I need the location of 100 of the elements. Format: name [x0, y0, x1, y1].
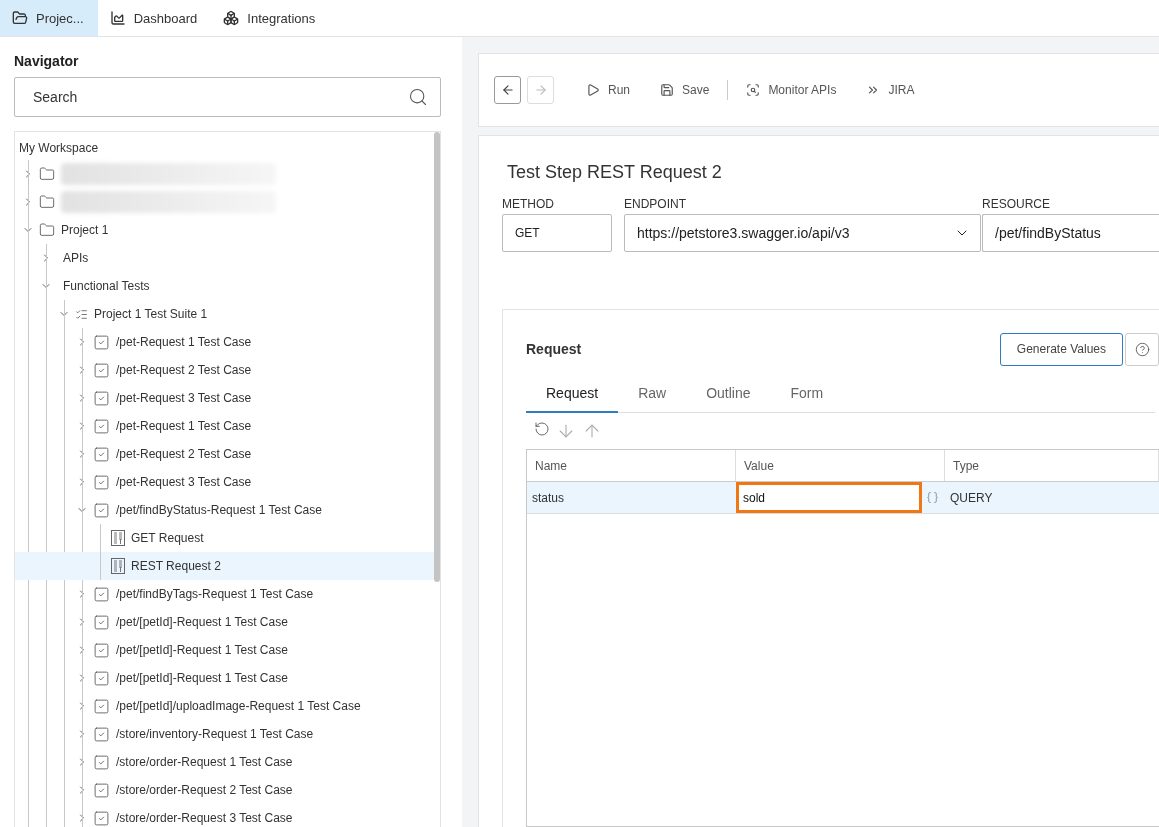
toolbar-button[interactable]: JIRA [854, 76, 927, 104]
checkbox-icon [93, 501, 110, 519]
tree-item[interactable]: /store/inventory-Request 1 Test Case [15, 720, 434, 748]
top-tab[interactable]: Projec... [0, 0, 98, 36]
tree-label: /store/order-Request 3 Test Case [116, 811, 293, 825]
tree-label: /pet/findByTags-Request 1 Test Case [116, 587, 314, 601]
chart-icon [109, 10, 126, 26]
monitor-icon [746, 83, 761, 97]
scrollbar[interactable] [434, 132, 440, 582]
rest-icon [111, 558, 125, 574]
checklist-icon [75, 307, 88, 321]
checkbox-icon [93, 585, 110, 603]
tree-item[interactable]: /pet-Request 3 Test Case [15, 468, 434, 496]
endpoint-dropdown[interactable]: https://petstore3.swagger.io/api/v3 [624, 214, 981, 252]
tree-item[interactable]: REST Request 2 [15, 552, 434, 580]
folder-icon [39, 222, 55, 238]
method-field[interactable]: GET [502, 214, 612, 252]
tab[interactable]: Outline [686, 374, 771, 413]
tree-label: /pet/findByStatus-Request 1 Test Case [116, 503, 322, 517]
tree-item[interactable]: /pet/[petId]-Request 1 Test Case [15, 608, 434, 636]
checkbox-icon [93, 641, 110, 659]
checkbox-icon [93, 781, 110, 799]
tree-label: APIs [63, 251, 89, 265]
column-header: Type [945, 450, 1159, 481]
step-title: Test Step REST Request 2 [507, 162, 723, 183]
tree-item[interactable]: /pet/[petId]-Request 1 Test Case [15, 664, 434, 692]
tree-item[interactable]: /store/order-Request 3 Test Case [15, 804, 434, 827]
undo-icon[interactable] [534, 421, 550, 437]
value-input[interactable]: sold [736, 482, 922, 513]
checkbox-icon [93, 669, 110, 687]
tree-label: /pet/[petId]-Request 1 Test Case [116, 671, 288, 685]
tree-label: /pet/[petId]-Request 1 Test Case [116, 643, 288, 657]
tree-item[interactable]: /pet-Request 2 Test Case [15, 440, 434, 468]
checkbox-icon [93, 809, 110, 827]
tree-label: /pet-Request 1 Test Case [116, 419, 252, 433]
tab[interactable]: Request [526, 374, 619, 413]
tree-label: REST Request 2 [131, 559, 221, 573]
tree-item[interactable]: Functional Tests [15, 272, 434, 300]
tree-item[interactable]: /pet/findByTags-Request 1 Test Case [15, 580, 434, 608]
tree-item[interactable]: /pet/[petId]-Request 1 Test Case [15, 636, 434, 664]
search-input[interactable]: Search [31, 88, 408, 106]
tree-label: /store/order-Request 1 Test Case [116, 755, 293, 769]
tree-item[interactable]: APIs [15, 244, 434, 272]
tab[interactable]: Raw [618, 374, 687, 413]
tree-item[interactable]: /store/order-Request 2 Test Case [15, 776, 434, 804]
save-icon [660, 83, 674, 97]
checkbox-icon [93, 697, 110, 715]
tree-label: /pet-Request 3 Test Case [116, 475, 252, 489]
toolbar-button[interactable]: Monitor APIs [734, 76, 849, 104]
field-label: RESOURCE [982, 197, 1051, 211]
tree-label: /pet-Request 2 Test Case [116, 363, 252, 377]
tree-item[interactable]: /pet-Request 1 Test Case [15, 412, 434, 440]
tab[interactable]: Form [770, 374, 844, 413]
rest-icon [111, 530, 125, 546]
checkbox-icon [93, 473, 110, 491]
generate-values-button[interactable]: Generate Values [999, 332, 1123, 366]
search-field[interactable]: Search [14, 77, 441, 117]
parameter-icon[interactable] [926, 491, 939, 504]
cubes-icon [223, 10, 240, 26]
tree-item[interactable]: /pet-Request 1 Test Case [15, 328, 434, 356]
checkbox-icon [93, 333, 110, 351]
tree-label: /pet-Request 3 Test Case [116, 391, 252, 405]
tree-label: Functional Tests [63, 279, 150, 293]
tree-item[interactable]: /pet-Request 2 Test Case [15, 356, 434, 384]
tree-label: /pet-Request 1 Test Case [116, 335, 252, 349]
checkbox-icon [93, 613, 110, 631]
tree-label: /pet-Request 2 Test Case [116, 447, 252, 461]
tree-item[interactable]: Project 1 Test Suite 1 [15, 300, 434, 328]
tree-label: My Workspace [18, 140, 100, 157]
tree-item[interactable]: Project 1 [15, 216, 434, 244]
resource-field[interactable]: /pet/findByStatus [982, 214, 1159, 252]
column-header: Name [527, 450, 736, 481]
tree-item[interactable]: /pet/findByStatus-Request 1 Test Case [15, 496, 434, 524]
folder-icon [39, 166, 55, 182]
tree-item[interactable]: /pet-Request 3 Test Case [15, 384, 434, 412]
search-icon[interactable] [408, 87, 428, 107]
tree-item[interactable]: GET Request [15, 524, 434, 552]
checkbox-icon [93, 361, 110, 379]
table-cell-text: status [531, 489, 565, 507]
folder-icon [12, 10, 28, 26]
table-row[interactable]: status sold QUERY [527, 482, 1159, 514]
arrow-right-icon [533, 83, 548, 97]
back-button[interactable] [494, 76, 521, 104]
toolbar-button[interactable]: Save [648, 76, 722, 104]
field-label: METHOD [502, 197, 555, 211]
top-tab[interactable]: Dashboard [97, 0, 212, 36]
checkbox-icon [93, 417, 110, 435]
tree-item[interactable]: /pet/[petId]/uploadImage-Request 1 Test Case [15, 692, 434, 720]
tree-item[interactable]: /store/order-Request 1 Test Case [15, 748, 434, 776]
navigator-title: Navigator [14, 53, 80, 69]
help-button[interactable] [1125, 332, 1159, 366]
top-tab[interactable]: Integrations [211, 0, 330, 36]
field-label: ENDPOINT [624, 197, 687, 211]
tree-label: /store/order-Request 2 Test Case [116, 783, 293, 797]
checkbox-icon [93, 753, 110, 771]
help-icon [1134, 341, 1150, 357]
checkbox-icon [93, 725, 110, 743]
tree-label: /pet/[petId]-Request 1 Test Case [116, 615, 288, 629]
table-cell-text: QUERY [949, 489, 994, 507]
toolbar-button[interactable]: Run [574, 76, 642, 104]
